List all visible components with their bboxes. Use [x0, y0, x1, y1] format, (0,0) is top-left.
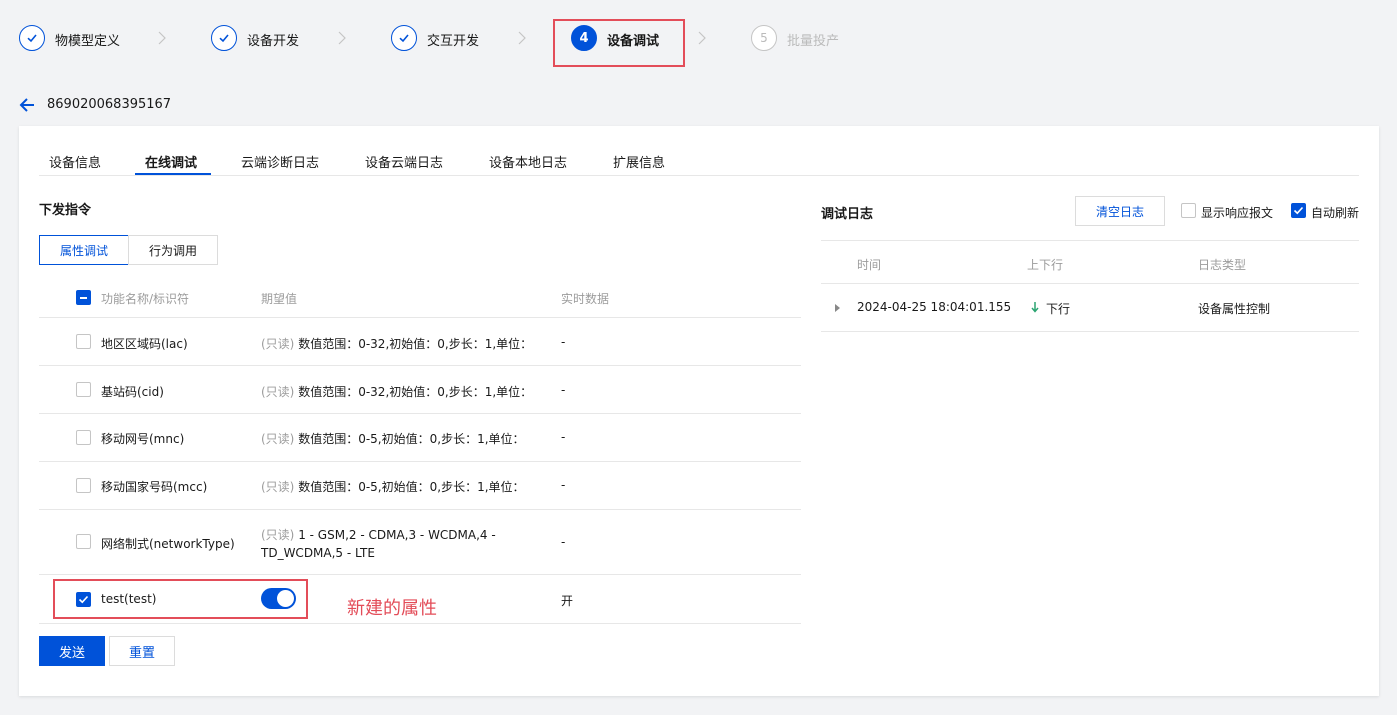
test-property-switch[interactable] — [261, 588, 296, 609]
tab-device-cloud-log[interactable]: 设备云端日志 — [365, 152, 443, 171]
row-expected: (只读) 数值范围：0-5,初始值：0,步长：1,单位： — [261, 478, 525, 495]
row-realtime: 开 — [561, 594, 574, 608]
switch-knob — [277, 590, 294, 607]
log-time: 2024-04-25 18:04:01.155 — [857, 300, 1012, 314]
step-3-label[interactable]: 交互开发 — [427, 30, 479, 49]
row-expected: (只读) 数值范围：0-5,初始值：0,步长：1,单位： — [261, 430, 525, 447]
expand-caret-icon[interactable] — [835, 304, 840, 312]
step-1-done-icon — [19, 25, 45, 51]
log-type: 设备属性控制 — [1198, 302, 1271, 316]
row-checkbox[interactable] — [76, 478, 91, 493]
tab-device-local-log[interactable]: 设备本地日志 — [489, 152, 567, 171]
row-realtime: - — [561, 383, 566, 397]
back-arrow-icon[interactable] — [18, 97, 36, 113]
row-expected-text: 数值范围：0-5,初始值：0,步长：1,单位： — [298, 432, 525, 446]
row-expected-text: TD_WCDMA,5 - LTE — [261, 546, 375, 560]
step-2-label[interactable]: 设备开发 — [247, 30, 299, 49]
row-expected-text: 数值范围：0-5,初始值：0,步长：1,单位： — [298, 480, 525, 494]
segment-property-debug[interactable]: 属性调试 — [39, 235, 129, 265]
row-expected: (只读) 数值范围：0-32,初始值：0,步长：1,单位： — [261, 335, 532, 352]
row-name: test(test) — [101, 592, 157, 606]
row-checkbox[interactable] — [76, 534, 91, 549]
column-header-name: 功能名称/标识符 — [101, 292, 190, 306]
log-column-direction: 上下行 — [1027, 258, 1064, 272]
divider — [821, 240, 1359, 241]
readonly-tag: (只读) — [261, 385, 295, 399]
show-response-checkbox[interactable] — [1181, 203, 1196, 218]
chevron-right-icon — [158, 31, 166, 45]
row-expected: (只读) 数值范围：0-32,初始值：0,步长：1,单位： — [261, 383, 532, 400]
log-direction: 下行 — [1046, 302, 1071, 316]
select-all-checkbox[interactable] — [76, 290, 91, 305]
row-expected-text: 数值范围：0-32,初始值：0,步长：1,单位： — [298, 385, 533, 399]
column-header-realtime: 实时数据 — [561, 292, 610, 306]
step-1-label[interactable]: 物模型定义 — [55, 30, 120, 49]
tab-cloud-diagnosis-log[interactable]: 云端诊断日志 — [241, 152, 319, 171]
divider — [39, 623, 801, 624]
divider — [39, 317, 801, 318]
device-id: 869020068395167 — [47, 97, 172, 112]
tab-online-debug[interactable]: 在线调试 — [145, 152, 197, 171]
row-checkbox[interactable] — [76, 430, 91, 445]
tab-device-info[interactable]: 设备信息 — [49, 152, 101, 171]
readonly-tag: (只读) — [261, 480, 295, 494]
row-expected: (只读) 1 - GSM,2 - CDMA,3 - WCDMA,4 - TD_WC… — [261, 526, 496, 562]
chevron-right-icon — [698, 31, 706, 45]
row-name: 地区区域码(lac) — [101, 337, 188, 351]
step-5-label: 批量投产 — [787, 34, 840, 49]
send-button[interactable]: 发送 — [39, 636, 105, 666]
down-arrow-icon — [1031, 302, 1039, 313]
chevron-right-icon — [338, 31, 346, 45]
row-name: 网络制式(networkType) — [101, 537, 235, 551]
chevron-right-icon — [518, 31, 526, 45]
column-header-expected: 期望值 — [261, 292, 298, 306]
reset-button[interactable]: 重置 — [109, 636, 175, 666]
show-response-label[interactable]: 显示响应报文 — [1201, 204, 1273, 221]
clear-log-button[interactable]: 清空日志 — [1075, 196, 1165, 226]
step-4-number: 4 — [571, 25, 597, 51]
auto-refresh-label[interactable]: 自动刷新 — [1311, 204, 1359, 221]
step-3-done-icon — [391, 25, 417, 51]
row-expected-text: 数值范围：0-32,初始值：0,步长：1,单位： — [298, 337, 533, 351]
log-column-time: 时间 — [857, 258, 882, 272]
auto-refresh-checkbox[interactable] — [1291, 203, 1306, 218]
row-checkbox[interactable] — [76, 382, 91, 397]
row-name: 移动国家号码(mcc) — [101, 480, 208, 494]
segment-action-call[interactable]: 行为调用 — [128, 235, 218, 265]
divider — [39, 574, 801, 575]
tab-bar — [39, 150, 1359, 176]
log-column-type: 日志类型 — [1198, 258, 1247, 272]
step-5-number: 5 — [751, 25, 777, 51]
divider — [39, 413, 801, 414]
annotation-new-property: 新建的属性 — [347, 598, 437, 619]
command-title: 下发指令 — [39, 203, 92, 218]
divider — [39, 461, 801, 462]
readonly-tag: (只读) — [261, 432, 295, 446]
row-name: 基站码(cid) — [101, 385, 164, 399]
row-realtime: - — [561, 478, 566, 492]
divider — [39, 365, 801, 366]
readonly-tag: (只读) — [261, 337, 295, 351]
check-icon — [78, 595, 89, 604]
step-2-done-icon — [211, 25, 237, 51]
log-title: 调试日志 — [821, 207, 874, 222]
row-checkbox[interactable] — [76, 334, 91, 349]
row-name: 移动网号(mnc) — [101, 432, 185, 446]
divider — [821, 283, 1359, 284]
row-realtime: - — [561, 335, 566, 349]
step-4-label[interactable]: 设备调试 — [607, 30, 659, 49]
check-icon — [1293, 206, 1304, 215]
row-expected-text: 1 - GSM,2 - CDMA,3 - WCDMA,4 - — [298, 528, 496, 542]
row-realtime: - — [561, 535, 566, 549]
divider — [39, 509, 801, 510]
tab-active-indicator — [135, 173, 211, 175]
tab-extended-info[interactable]: 扩展信息 — [613, 152, 665, 171]
readonly-tag: (只读) — [261, 528, 295, 542]
row-realtime: - — [561, 430, 566, 444]
divider — [821, 331, 1359, 332]
row-checkbox[interactable] — [76, 592, 91, 607]
